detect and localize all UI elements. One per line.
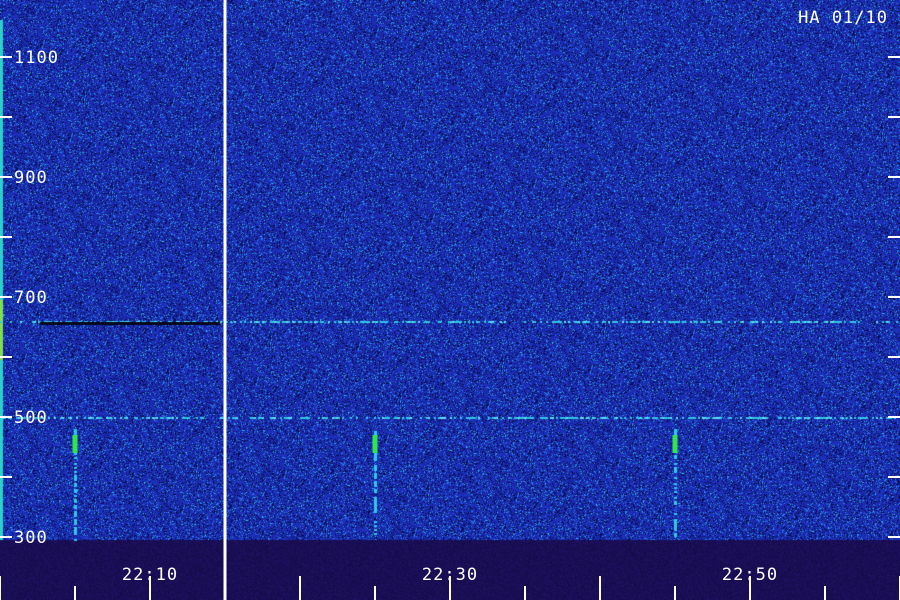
y-axis: 300 500 700 900 1100: [0, 48, 900, 548]
x-tick-label: 22:30: [422, 565, 478, 585]
green-mark: [72, 435, 78, 453]
y-tick-label: 900: [14, 168, 48, 188]
y-tick-label: 1100: [14, 48, 59, 68]
x-tick-label: 22:10: [122, 565, 178, 585]
x-axis: 22:10 22:30 22:50: [0, 565, 900, 600]
station-tag: HA 01/10: [798, 8, 888, 28]
y-tick-label: 500: [14, 408, 48, 428]
green-mark: [372, 435, 378, 453]
chart-axes-overlay: 300 500 700 900 1100 22:10 22:30 22:50 HA 01/1…: [0, 0, 900, 600]
spectrogram-chart: 300 500 700 900 1100 22:10 22:30 22:50 HA 01/1…: [0, 0, 900, 600]
y-tick-label: 700: [14, 288, 48, 308]
green-mark: [672, 435, 678, 453]
x-tick-label: 22:50: [722, 565, 778, 585]
y-tick-label: 300: [14, 528, 48, 548]
